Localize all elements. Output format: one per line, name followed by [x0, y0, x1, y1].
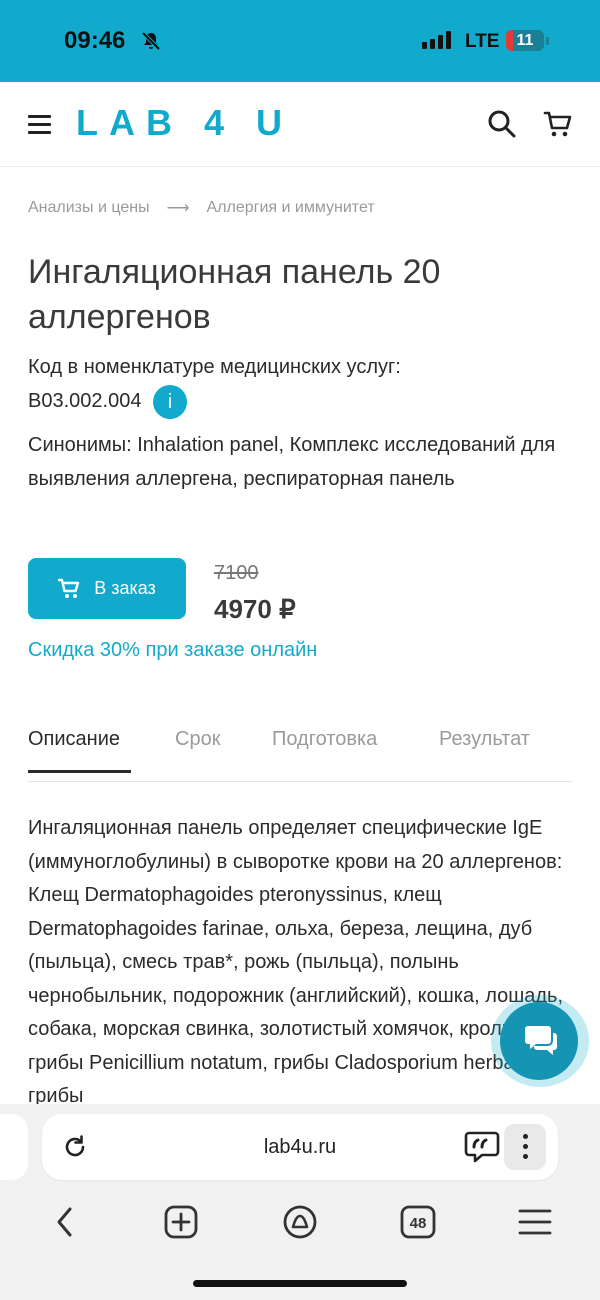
page-title: Ингаляционная панель 20 аллергенов — [28, 253, 441, 336]
site-logo[interactable]: LAB 4 U — [76, 102, 293, 144]
battery-level: 11 — [516, 32, 534, 49]
service-code-value: B03.002.004 — [28, 390, 142, 412]
previous-tab-preview[interactable] — [0, 1114, 28, 1180]
hamburger-icon — [518, 1209, 552, 1235]
assistant-button[interactable] — [278, 1200, 322, 1244]
tab-description[interactable]: Описание — [28, 728, 120, 769]
status-bar: 09:46 LTE 11 — [0, 0, 600, 82]
active-tab-indicator — [28, 770, 131, 773]
new-tab-button[interactable] — [159, 1200, 203, 1244]
chat-icon — [525, 1026, 557, 1055]
tab-bar: Описание Срок Подготовка Результат Р — [28, 728, 572, 782]
network-label: LTE — [465, 31, 500, 52]
tab-preparation[interactable]: Подготовка — [272, 728, 377, 769]
more-options-button[interactable] — [504, 1124, 546, 1170]
breadcrumb-separator: ⟶ — [166, 200, 190, 217]
chat-button[interactable] — [491, 995, 589, 1087]
address-bar[interactable]: lab4u.ru — [42, 1114, 558, 1180]
breadcrumb-item-tests[interactable]: Анализы и цены — [28, 199, 150, 217]
synonyms-text: Синонимы: Inhalation panel, Комплекс исс… — [28, 434, 556, 490]
service-code-label: Код в номенклатуре медицинских услуг: — [28, 356, 401, 378]
plus-square-icon — [164, 1205, 198, 1239]
status-time: 09:46 — [64, 27, 126, 54]
signal-icon — [422, 31, 451, 49]
current-price: 4970 ₽ — [214, 594, 296, 624]
home-indicator — [193, 1280, 407, 1287]
breadcrumb: Анализы и цены ⟶ Аллергия и иммунитет — [28, 198, 375, 218]
description-text: Ингаляционная панель определяет специфич… — [28, 817, 564, 1104]
tabs-button[interactable]: 48 — [396, 1200, 440, 1244]
back-button[interactable] — [43, 1200, 87, 1244]
battery-icon: 11 — [506, 30, 544, 51]
old-price: 7100 — [214, 562, 259, 584]
chevron-left-icon — [57, 1207, 72, 1237]
cart-icon[interactable] — [542, 108, 574, 140]
add-to-order-label: В заказ — [94, 578, 156, 598]
info-icon[interactable]: i — [153, 384, 187, 419]
reader-quote-icon[interactable] — [464, 1130, 500, 1164]
tab-result[interactable]: Результат — [439, 728, 530, 769]
search-icon[interactable] — [486, 108, 518, 140]
browser-toolbar: lab4u.ru 48 — [0, 1104, 600, 1300]
bell-muted-icon — [141, 31, 161, 51]
tab-count: 48 — [410, 1215, 427, 1232]
site-header: LAB 4 U — [0, 82, 600, 167]
add-to-order-button[interactable]: В заказ — [28, 558, 186, 619]
tabs-count-icon: 48 — [400, 1205, 436, 1239]
cart-icon — [58, 578, 80, 598]
tab-term[interactable]: Срок — [175, 728, 220, 769]
menu-button[interactable] — [513, 1200, 557, 1244]
breadcrumb-item-allergy[interactable]: Аллергия и иммунитет — [207, 199, 375, 217]
service-code: Код в номенклатуре медицинских услуг: B0… — [28, 350, 568, 419]
alice-icon — [283, 1205, 317, 1239]
online-discount: Скидка 30% при заказе онлайн — [28, 639, 318, 661]
browser-nav: 48 — [0, 1200, 600, 1244]
menu-icon[interactable] — [28, 115, 51, 135]
battery-tip — [546, 37, 549, 45]
